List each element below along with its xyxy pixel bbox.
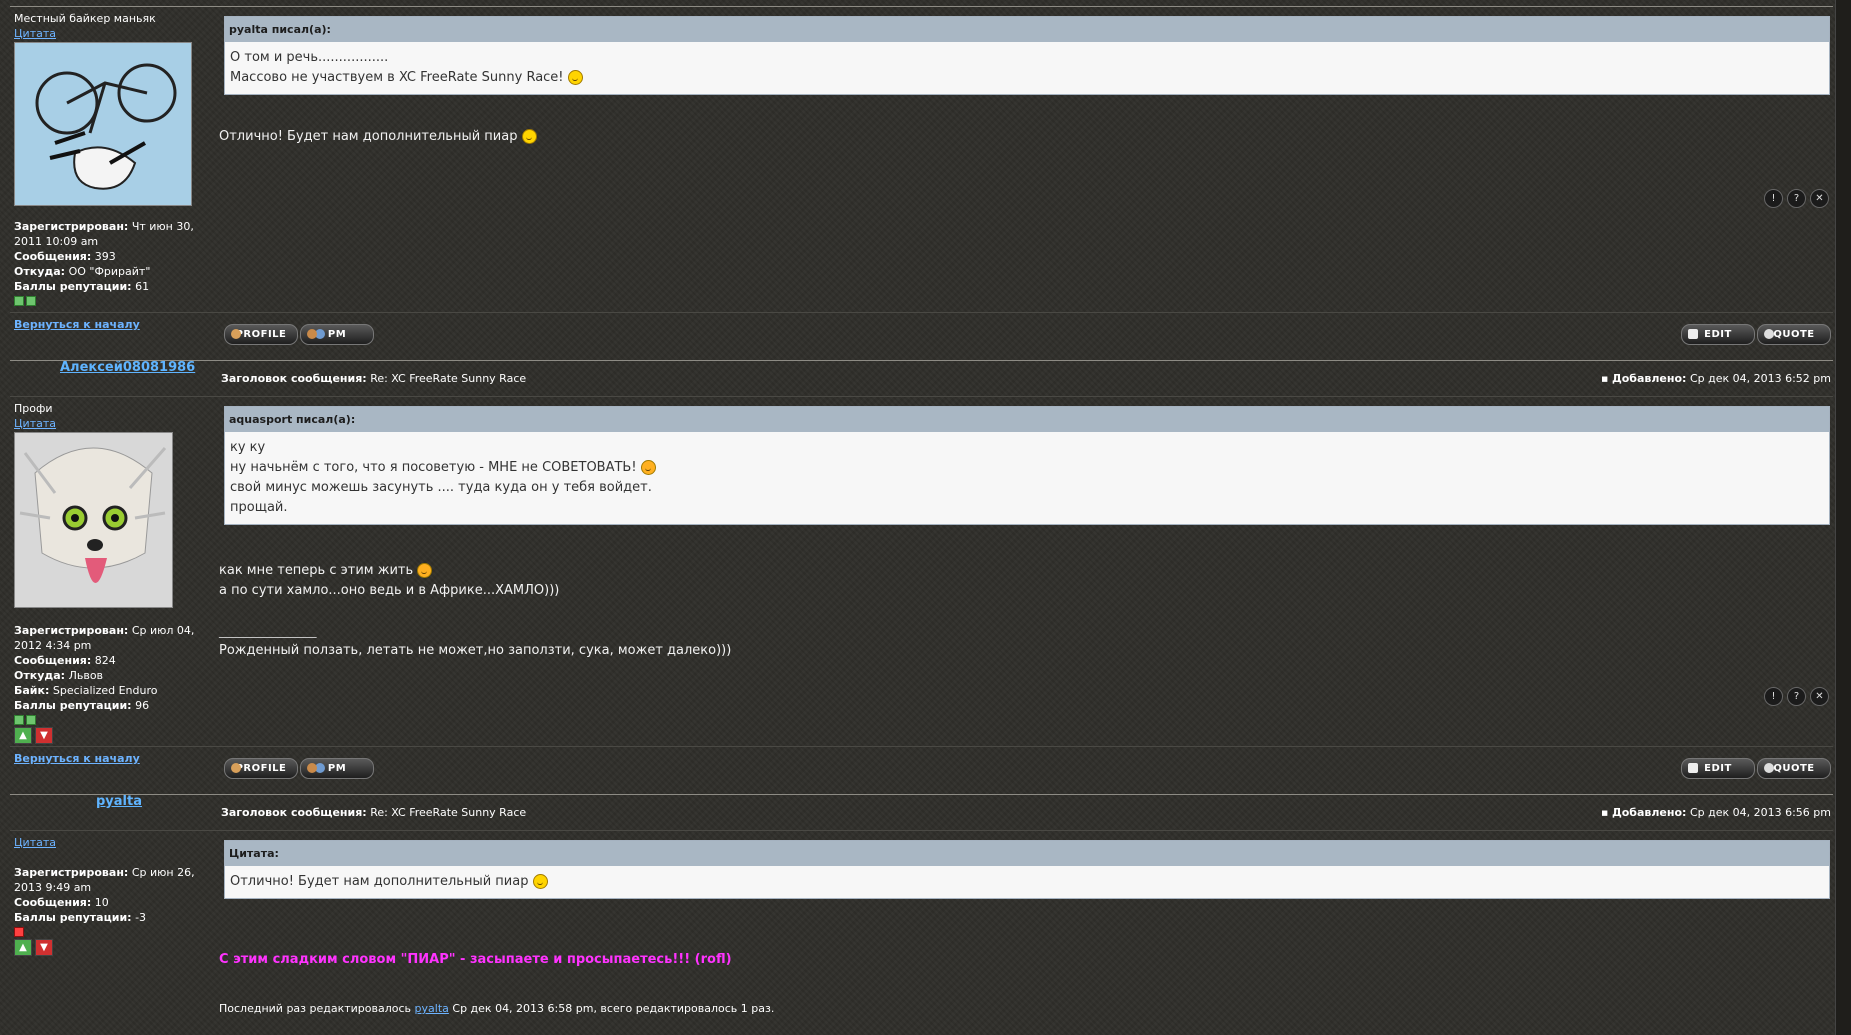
quote-box: Цитата: Отлично! Будет нам дополнительны… bbox=[224, 840, 1830, 899]
post-tools: ! ? ✕ bbox=[1764, 189, 1829, 208]
post-author-link[interactable]: Алексей08081986 bbox=[60, 360, 195, 375]
divider bbox=[10, 746, 1833, 747]
reputation-bar bbox=[14, 927, 204, 937]
divider bbox=[10, 360, 1833, 361]
avatar bbox=[14, 432, 173, 608]
cite-link[interactable]: Цитата bbox=[14, 417, 56, 430]
post-tools: ! ? ✕ bbox=[1764, 687, 1829, 706]
cite-link[interactable]: Цитата bbox=[14, 836, 56, 849]
quote-box: pyalta писал(а): О том и речь...........… bbox=[224, 16, 1830, 95]
info-icon[interactable]: ? bbox=[1787, 687, 1806, 706]
delete-icon[interactable]: ✕ bbox=[1810, 189, 1829, 208]
avatar bbox=[14, 42, 192, 206]
quote-button[interactable]: QUOTE bbox=[1757, 758, 1831, 779]
quote-header: Цитата: bbox=[225, 841, 1829, 866]
report-icon[interactable]: ! bbox=[1764, 189, 1783, 208]
thumbs-up-icon[interactable]: ▲ bbox=[14, 727, 32, 744]
signature-rule: _______________ bbox=[219, 624, 317, 639]
post3-user-info: Зарегистрирован: Ср июн 26, 2013 9:49 am… bbox=[14, 865, 204, 956]
divider bbox=[10, 312, 1833, 313]
edit-button[interactable]: EDIT bbox=[1681, 758, 1755, 779]
post3-author-panel: Цитата bbox=[14, 835, 204, 850]
divider bbox=[10, 396, 1833, 397]
pm-button[interactable]: PM bbox=[300, 324, 374, 345]
reputation-bar bbox=[14, 715, 204, 725]
profile-button[interactable]: PROFILE bbox=[224, 324, 298, 345]
post-date: Добавлено: Ср дек 04, 2013 6:52 pm bbox=[1601, 372, 1831, 385]
editor-link[interactable]: pyalta bbox=[415, 1002, 449, 1015]
scrollbar[interactable] bbox=[1835, 0, 1851, 1035]
post-subject: Заголовок сообщения: Re: XC FreeRate Sun… bbox=[221, 806, 527, 819]
quote-header: aquasport писал(а): bbox=[225, 407, 1829, 432]
post-date: Добавлено: Ср дек 04, 2013 6:56 pm bbox=[1601, 806, 1831, 819]
back-to-top-link[interactable]: Вернуться к началу bbox=[14, 752, 140, 765]
cite-link[interactable]: Цитата bbox=[14, 27, 56, 40]
smile-icon bbox=[567, 70, 583, 85]
info-icon[interactable]: ? bbox=[1787, 189, 1806, 208]
pm-button[interactable]: PM bbox=[300, 758, 374, 779]
divider bbox=[10, 794, 1833, 795]
post-text: Отлично! Будет нам дополнительный пиар bbox=[219, 127, 537, 147]
post2-user-info: Зарегистрирован: Ср июл 04, 2012 4:34 pm… bbox=[14, 623, 204, 744]
smile-icon bbox=[532, 874, 548, 889]
edit-button[interactable]: EDIT bbox=[1681, 324, 1755, 345]
quote-header: pyalta писал(а): bbox=[225, 17, 1829, 42]
user-rank: Местный байкер маньяк bbox=[14, 12, 156, 25]
delete-icon[interactable]: ✕ bbox=[1810, 687, 1829, 706]
reputation-bar bbox=[14, 296, 204, 306]
quote-box: aquasport писал(а): ку ку ну начьнём с т… bbox=[224, 406, 1830, 525]
signature: Рожденный ползать, летать не может,но за… bbox=[219, 643, 732, 658]
colored-post-text: С этим сладким словом "ПИАР" - засыпаете… bbox=[219, 952, 732, 967]
profile-button[interactable]: PROFILE bbox=[224, 758, 298, 779]
devil-smile-icon bbox=[640, 460, 656, 475]
divider bbox=[10, 830, 1833, 831]
post-text: как мне теперь с этим жить а по сути хам… bbox=[219, 563, 560, 598]
smile-icon bbox=[521, 129, 537, 144]
thumbs-up-icon[interactable]: ▲ bbox=[14, 939, 32, 956]
post-author-link[interactable]: pyalta bbox=[96, 794, 142, 809]
thumbs-down-icon[interactable]: ▼ bbox=[35, 939, 53, 956]
back-to-top-link[interactable]: Вернуться к началу bbox=[14, 318, 140, 331]
edit-note: Последний раз редактировалось pyalta Ср … bbox=[219, 1002, 775, 1015]
post2-author-panel: Профи Цитата bbox=[14, 402, 56, 430]
post-subject: Заголовок сообщения: Re: XC FreeRate Sun… bbox=[221, 372, 527, 385]
divider bbox=[10, 6, 1833, 7]
report-icon[interactable]: ! bbox=[1764, 687, 1783, 706]
laugh-smile-icon bbox=[417, 563, 433, 578]
post1-author-panel: Местный байкер маньяк Цитата bbox=[14, 11, 204, 41]
quote-button[interactable]: QUOTE bbox=[1757, 324, 1831, 345]
post1-user-info: Зарегистрирован: Чт июн 30, 2011 10:09 a… bbox=[14, 219, 204, 306]
thumbs-down-icon[interactable]: ▼ bbox=[35, 727, 53, 744]
